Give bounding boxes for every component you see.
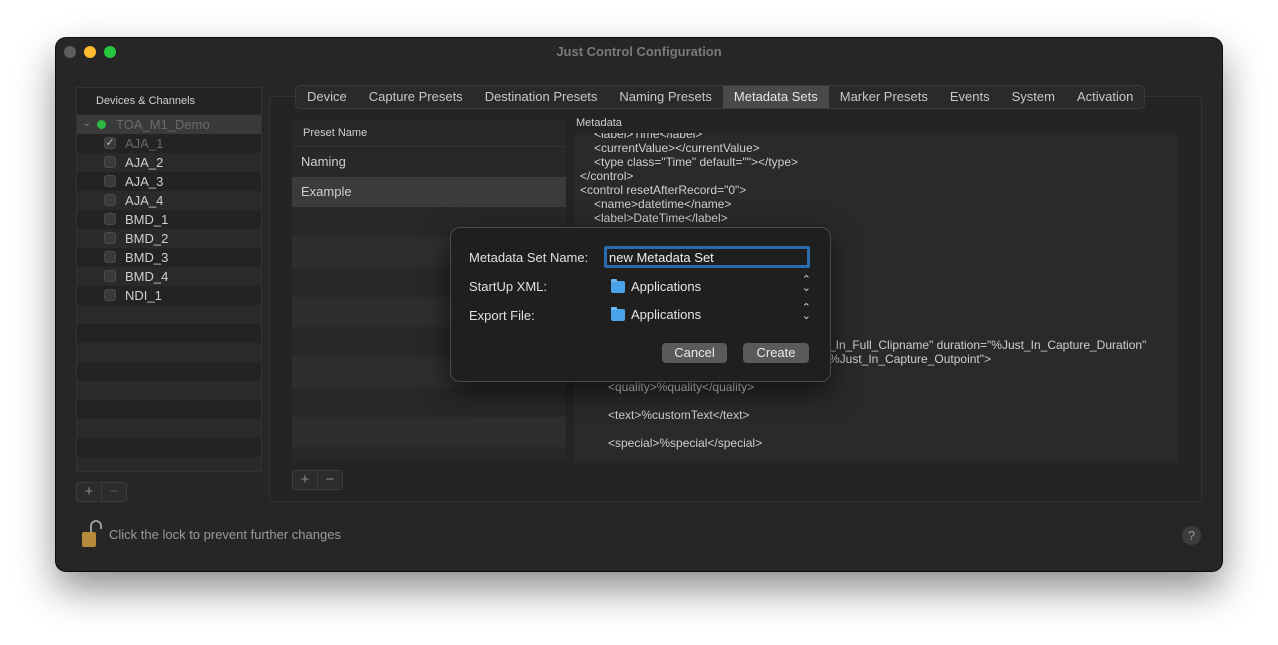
export-file-value: Applications [631, 307, 702, 322]
empty-row [292, 387, 566, 417]
title-bar: Just Control Configuration [56, 38, 1222, 66]
tab-activation[interactable]: Activation [1066, 86, 1144, 108]
tab-device[interactable]: Device [296, 86, 358, 108]
empty-row [77, 305, 261, 324]
device-item[interactable]: BMD_1 [77, 210, 261, 229]
preset-item-example[interactable]: Example [292, 177, 566, 207]
remove-device-button[interactable]: − [101, 483, 126, 501]
add-device-button[interactable]: + [77, 483, 101, 501]
tab-events[interactable]: Events [939, 86, 1001, 108]
tab-metadata-sets[interactable]: Metadata Sets [722, 86, 829, 108]
lock-hint-text: Click the lock to prevent further change… [109, 527, 341, 542]
device-item-label: BMD_3 [125, 250, 169, 265]
startup-xml-label: StartUp XML: [469, 279, 548, 294]
metadata-line: _In_Full_Clipname" duration="%Just_In_Ca… [829, 338, 1147, 352]
metadata-line: </control> [580, 169, 634, 183]
checkbox[interactable] [104, 251, 116, 263]
checkbox[interactable] [104, 213, 116, 225]
device-item-label: AJA_1 [125, 136, 164, 151]
checkbox[interactable] [104, 232, 116, 244]
device-item[interactable]: ✓ AJA_1 [77, 134, 261, 153]
device-item-label: BMD_1 [125, 212, 169, 227]
add-preset-button[interactable]: + [293, 471, 317, 489]
empty-row [77, 419, 261, 438]
device-item[interactable]: NDI_1 [77, 286, 261, 305]
checkbox[interactable] [104, 156, 116, 168]
empty-row [77, 362, 261, 381]
device-item[interactable]: BMD_2 [77, 229, 261, 248]
device-item-label: BMD_4 [125, 269, 169, 284]
cancel-button[interactable]: Cancel [662, 343, 727, 363]
empty-row [77, 457, 261, 471]
chevron-down-icon[interactable]: ⌄ [82, 116, 91, 129]
metadata-line: <control resetAfterRecord="0"> [580, 183, 747, 197]
device-item[interactable]: BMD_3 [77, 248, 261, 267]
checkbox-checked[interactable]: ✓ [104, 137, 116, 149]
tab-destination-presets[interactable]: Destination Presets [474, 86, 609, 108]
checkbox[interactable] [104, 175, 116, 187]
export-file-label: Export File: [469, 308, 535, 323]
empty-row [77, 381, 261, 400]
device-item-label: AJA_2 [125, 155, 164, 170]
device-item[interactable]: AJA_3 [77, 172, 261, 191]
metadata-line: <text>%customText</text> [608, 408, 750, 422]
metadata-line: <label>DateTime</label> [594, 211, 728, 225]
devices-header: Devices & Channels [77, 88, 261, 115]
tab-marker-presets[interactable]: Marker Presets [829, 86, 939, 108]
device-item[interactable]: AJA_4 [77, 191, 261, 210]
empty-row [77, 400, 261, 419]
chevron-updown-icon: ⌃ ⌄ [801, 274, 811, 294]
folder-icon [611, 307, 625, 321]
empty-row [292, 447, 566, 460]
device-root-label: TOA_M1_Demo [116, 117, 210, 132]
tab-system[interactable]: System [1001, 86, 1066, 108]
metadata-line: <label>Time</label> [594, 133, 703, 141]
presets-add-remove: + − [292, 470, 343, 490]
metadata-label: Metadata [576, 117, 622, 129]
checkbox[interactable] [104, 289, 116, 301]
lock-open-icon[interactable] [82, 520, 102, 548]
startup-xml-select[interactable]: Applications ⌃ ⌄ [611, 274, 811, 298]
device-root-row[interactable]: ⌄ TOA_M1_Demo [77, 115, 261, 134]
tab-naming-presets[interactable]: Naming Presets [608, 86, 722, 108]
checkbox[interactable] [104, 270, 116, 282]
device-item-label: AJA_3 [125, 174, 164, 189]
metadata-line: <type class="Time" default=""></type> [594, 155, 799, 169]
empty-row [77, 343, 261, 362]
folder-icon [611, 279, 625, 293]
metadata-line: <quality>%quality</quality> [608, 380, 755, 394]
empty-row [77, 324, 261, 343]
preset-list-header: Preset Name [292, 120, 566, 147]
metadata-line: <currentValue></currentValue> [594, 141, 760, 155]
startup-xml-value: Applications [631, 279, 702, 294]
metadata-line: <name>datetime</name> [594, 197, 732, 211]
device-item[interactable]: AJA_2 [77, 153, 261, 172]
checkbox[interactable] [104, 194, 116, 206]
device-item[interactable]: BMD_4 [77, 267, 261, 286]
devices-panel: Devices & Channels ⌄ TOA_M1_Demo ✓ AJA_1… [76, 87, 262, 472]
preset-item-naming[interactable]: Naming [292, 147, 566, 177]
devices-add-remove: + − [76, 482, 127, 502]
device-item-label: AJA_4 [125, 193, 164, 208]
device-item-label: NDI_1 [125, 288, 162, 303]
metadata-set-name-input[interactable] [604, 246, 810, 268]
metadata-line: <special>%special</special> [608, 436, 763, 450]
export-file-select[interactable]: Applications ⌃ ⌄ [611, 302, 811, 326]
status-dot-icon [97, 120, 106, 129]
metadata-set-name-label: Metadata Set Name: [469, 250, 589, 265]
metadata-line: %Just_In_Capture_Outpoint"> [829, 352, 992, 366]
device-item-label: BMD_2 [125, 231, 169, 246]
tab-capture-presets[interactable]: Capture Presets [358, 86, 474, 108]
create-button[interactable]: Create [743, 343, 809, 363]
empty-row [292, 417, 566, 447]
new-metadata-set-dialog: Metadata Set Name: StartUp XML: Applicat… [450, 227, 831, 382]
window-title: Just Control Configuration [556, 44, 722, 59]
remove-preset-button[interactable]: − [317, 471, 342, 489]
empty-row [77, 438, 261, 457]
tab-bar: Device Capture Presets Destination Prese… [295, 85, 1146, 109]
chevron-updown-icon: ⌃ ⌄ [801, 302, 811, 322]
help-button[interactable]: ? [1182, 526, 1201, 545]
